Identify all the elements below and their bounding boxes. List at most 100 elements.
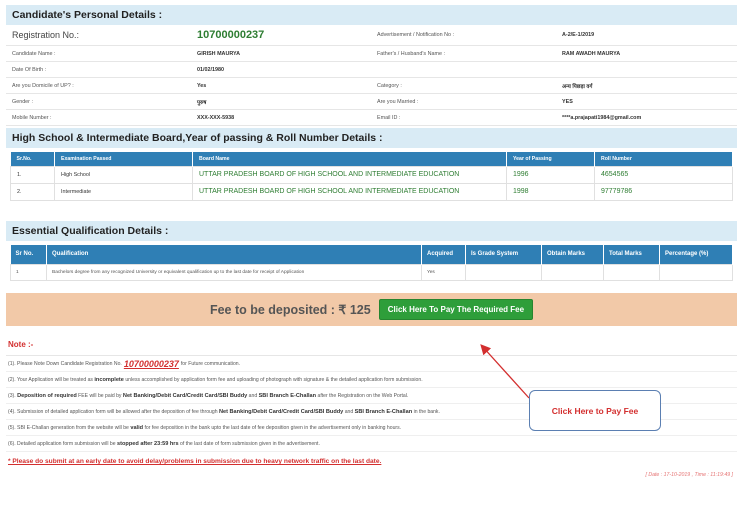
cell: 97779786 (594, 182, 733, 201)
column-header: Obtain Marks (541, 244, 604, 265)
note-bold: incomplete (94, 376, 124, 383)
table-row: 1. High School UTTAR PRADESH BOARD OF HI… (10, 165, 733, 184)
personal-row: Date Of Birth : 01/02/1980 (6, 62, 737, 78)
pay-fee-callout: Click Here to Pay Fee (529, 390, 661, 431)
cell: 2. (10, 182, 55, 201)
note-warning: * Please do submit at an early date to a… (8, 458, 382, 465)
column-header: Sr.No. (10, 152, 55, 166)
field-label: Email ID : (377, 114, 401, 121)
cell: Intermediate (54, 182, 193, 201)
column-header: Board Name (192, 152, 507, 166)
advertisement-label: Advertisement / Notification No : (377, 32, 454, 38)
field-label: Are you Domicile of UP? : (12, 82, 74, 89)
note-bold: stopped after 23:59 hrs (117, 440, 179, 447)
pay-fee-button[interactable]: Click Here To Pay The Required Fee (378, 299, 534, 320)
note-bold: valid (130, 424, 144, 431)
field-label: Mobile Number : (12, 114, 52, 121)
personal-row: Candidate Name : GIRISH MAURYA Father's … (6, 46, 737, 62)
table-row: 2. Intermediate UTTAR PRADESH BOARD OF H… (10, 182, 733, 201)
cell: High School (54, 165, 193, 184)
note-title: Note :- (6, 332, 737, 356)
highschool-heading: High School & Intermediate Board,Year of… (6, 128, 737, 148)
field-label: Candidate Name : (12, 50, 56, 57)
column-header: Is Grade System (465, 244, 542, 265)
note-text: of the last date of form submission give… (180, 440, 320, 447)
fee-bar: Fee to be deposited : ₹ 125 Click Here T… (6, 293, 737, 326)
field-value: RAM AWADH MAURYA (562, 50, 621, 57)
column-header: Percentage (%) (659, 244, 733, 265)
cell: Bachelors degree from any recognized Uni… (46, 264, 422, 281)
column-header: Roll Number (594, 152, 733, 166)
advertisement-value: A-2/E-1/2019 (562, 32, 595, 38)
registration-label: Registration No.: (12, 30, 80, 40)
note-bold: SBI Branch E-Challan (354, 408, 413, 415)
field-label: Date Of Birth : (12, 66, 47, 73)
column-header: Examination Passed (54, 152, 193, 166)
note-text: after the Registration on the Web Portal… (317, 392, 409, 399)
personal-details-heading: Candidate's Personal Details : (6, 5, 737, 25)
field-value: Yes (197, 82, 207, 89)
field-value: YES (562, 98, 573, 105)
cell (659, 264, 733, 281)
cell: 1996 (506, 165, 595, 184)
cell: 4654565 (594, 165, 733, 184)
table-row: 1 Bachelors degree from any recognized U… (10, 264, 733, 281)
cell: 1 (10, 264, 47, 281)
cell (603, 264, 660, 281)
cell: 1. (10, 165, 55, 184)
cell (465, 264, 542, 281)
note-text: (6). Detailed application form submissio… (8, 440, 116, 447)
field-value: GIRISH MAURYA (197, 50, 241, 57)
note-text: in the bank. (413, 408, 440, 415)
qualification-table: Sr No. Qualification Acquired Is Grade S… (10, 244, 733, 281)
field-label: Are you Married : (377, 98, 419, 105)
field-label: Category : (377, 82, 402, 89)
personal-details-table: Registration No.: 10700000237 Advertisem… (6, 25, 737, 126)
field-label: Father's / Husband's Name : (377, 50, 445, 57)
table-header-row: Sr No. Qualification Acquired Is Grade S… (10, 244, 733, 265)
personal-row: Mobile Number : XXX-XXX-5938 Email ID : … (6, 110, 737, 126)
note-text: for Future communication. (180, 360, 241, 367)
note-text: (1). Please Note Down Candidate Registra… (8, 360, 122, 367)
column-header: Acquired (421, 244, 466, 265)
field-value: पुरुष (197, 99, 207, 106)
note-text: FEE will be paid by (78, 392, 122, 399)
field-value: अन्य पिछड़ा वर्ग (562, 83, 593, 90)
note-text: and (344, 408, 354, 415)
note-bold: Net Banking/Debit Card/Credit Card/SBI B… (122, 392, 248, 399)
fee-amount-text: Fee to be deposited : ₹ 125 (209, 303, 371, 317)
personal-row: Gender : पुरुष Are you Married : YES (6, 94, 737, 110)
note-text: (3). (8, 392, 16, 399)
registration-number: 10700000237 (197, 29, 265, 41)
table-header-row: Sr.No. Examination Passed Board Name Yea… (10, 152, 733, 166)
cell (541, 264, 604, 281)
column-header: Qualification (46, 244, 422, 265)
personal-row: Registration No.: 10700000237 Advertisem… (6, 25, 737, 46)
field-value: 01/02/1980 (197, 66, 224, 73)
qualification-section: Sr No. Qualification Acquired Is Grade S… (6, 241, 737, 294)
personal-row: Are you Domicile of UP? : Yes Category :… (6, 78, 737, 94)
note-text: (2). Your Application will be treated as (8, 376, 93, 383)
note-bold: Net Banking/Debit Card/Credit Card/SBI B… (218, 408, 344, 415)
application-preview-page: Candidate's Personal Details : Registrat… (0, 0, 743, 531)
highschool-section: Sr.No. Examination Passed Board Name Yea… (6, 148, 737, 221)
field-value: XXX-XXX-5938 (197, 114, 235, 121)
note-bold: Deposition of required (17, 392, 77, 399)
highschool-table: Sr.No. Examination Passed Board Name Yea… (10, 152, 733, 201)
note-text: unless accomplished by application form … (125, 376, 423, 383)
column-header: Sr No. (10, 244, 47, 265)
cell: UTTAR PRADESH BOARD OF HIGH SCHOOL AND I… (192, 182, 507, 201)
note-registration-number: 10700000237 (123, 358, 179, 369)
field-value: ****a.prajapati1984@gmail.com (562, 114, 642, 121)
note-text: for fee deposition in the bank upto the … (144, 424, 402, 431)
note-item: (1). Please Note Down Candidate Registra… (6, 356, 737, 372)
column-header: Year of Passing (506, 152, 595, 166)
cell: Yes (421, 264, 466, 281)
note-text: (4). Submission of detailed application … (8, 408, 218, 415)
note-item: (6). Detailed application form submissio… (6, 436, 737, 452)
note-bold: SBI Branch E-Challan (258, 392, 317, 399)
qualification-heading: Essential Qualification Details : (6, 220, 737, 241)
cell: UTTAR PRADESH BOARD OF HIGH SCHOOL AND I… (192, 165, 507, 184)
note-text: and (248, 392, 258, 399)
column-header: Total Marks (603, 244, 660, 265)
